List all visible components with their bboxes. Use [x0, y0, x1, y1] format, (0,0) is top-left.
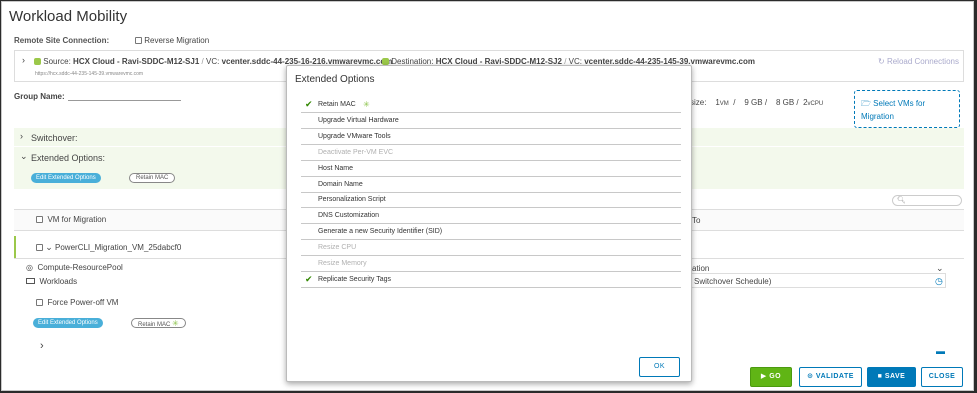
option-row: Deactivate Per-VM EVC — [301, 145, 681, 161]
size-gb-1: 9 GB — [744, 98, 763, 107]
search-icon: 🔍︎ — [897, 197, 906, 204]
select-all-checkbox[interactable] — [36, 216, 43, 223]
workloads-row: Workloads — [26, 277, 77, 286]
right-row-2: Switchover Schedule) — [694, 277, 772, 286]
modal-title: Extended Options — [295, 74, 375, 85]
vm-row-checkbox[interactable] — [36, 244, 43, 251]
source-value: HCX Cloud - Ravi-SDDC-M12-SJ1 — [73, 57, 200, 66]
row-indicator — [14, 236, 16, 258]
force-poweroff-row[interactable]: Force Power-off VM — [36, 298, 118, 307]
option-label: Resize CPU — [318, 244, 357, 252]
option-row[interactable]: Personalization Script — [301, 192, 681, 209]
chevron-down-icon[interactable]: ⌄ — [45, 242, 53, 252]
switchover-label: Switchover: — [31, 133, 78, 143]
workload-mobility-window: Workload Mobility Remote Site Connection… — [1, 1, 974, 391]
reverse-migration-label: Reverse Migration — [144, 36, 210, 45]
ok-button[interactable]: OK — [639, 357, 680, 377]
right-row-1: ation — [692, 264, 710, 273]
reload-connections-label: Reload Connections — [886, 57, 959, 66]
refresh-icon: ↻ — [878, 57, 885, 66]
option-label: Resize Memory — [318, 260, 367, 267]
reverse-migration-checkbox[interactable] — [135, 37, 142, 44]
edit-extended-options-button[interactable]: Edit Extended Options — [31, 173, 101, 183]
option-row: Resize Memory — [301, 256, 681, 272]
resource-pool-row: ◎ Compute-ResourcePool — [26, 263, 123, 272]
option-label: Generate a new Security Identifier (SID) — [318, 228, 443, 236]
force-poweroff-label: Force Power-off VM — [47, 298, 119, 307]
cloud-icon — [34, 58, 41, 65]
connection-url: https://hcx.sddc-44-235-145-39.vmwarevmc… — [35, 71, 144, 77]
reverse-migration-toggle[interactable]: Reverse Migration — [135, 36, 209, 45]
option-row[interactable]: Generate a new Security Identifier (SID) — [301, 224, 681, 241]
option-row[interactable]: ✔ Retain MAC ✳ — [301, 97, 681, 113]
force-poweroff-checkbox[interactable] — [36, 299, 43, 306]
retain-mac-badge-row: Retain MAC ✳ — [131, 318, 186, 328]
checkmark-icon: ✔ — [305, 273, 313, 284]
chevron-right-icon[interactable]: › — [20, 131, 23, 141]
size-vm-unit: VM — [719, 101, 729, 107]
resource-pool-icon: ◎ — [26, 263, 33, 272]
option-row[interactable]: Domain Name — [301, 177, 681, 193]
chevron-right-icon[interactable]: › — [40, 340, 44, 352]
option-label: Personalization Script — [318, 196, 386, 204]
option-label: Domain Name — [318, 180, 363, 188]
new-sparkle-icon: ✳ — [172, 319, 179, 328]
col-vm-label: VM for Migration — [47, 215, 107, 224]
option-label: DNS Customization — [318, 212, 380, 220]
size-vcpu-unit: vCPU — [807, 101, 824, 107]
option-label: Host Name — [318, 164, 354, 172]
close-button[interactable]: CLOSE — [921, 367, 963, 387]
resource-pool-label: Compute-ResourcePool — [37, 263, 123, 272]
remote-site-label: Remote Site Connection: — [14, 36, 110, 45]
group-name-input[interactable] — [68, 100, 181, 101]
group-name-label: Group Name: — [14, 92, 65, 101]
size-gb-2: 8 GB — [775, 98, 795, 107]
validate-button[interactable]: ⊙ VALIDATE — [799, 367, 862, 387]
select-vms-button[interactable]: 🗁 Select VMs for Migration — [854, 90, 960, 128]
validate-label: VALIDATE — [815, 373, 854, 380]
folder-icon[interactable]: ▬ — [936, 346, 945, 356]
cloud-icon — [382, 58, 389, 65]
extended-options-modal: Extended Options ✔ Retain MAC ✳ Upgrade Vir… — [286, 65, 692, 382]
option-label: Retain MAC — [318, 101, 356, 108]
source-label: Source: — [43, 57, 71, 66]
option-row[interactable]: Host Name — [301, 161, 681, 177]
option-row[interactable]: DNS Customization — [301, 208, 681, 225]
retain-mac-label: Retain MAC — [138, 322, 171, 328]
go-label: GO — [769, 373, 782, 380]
edit-extended-options-button-row[interactable]: Edit Extended Options — [33, 318, 103, 328]
reload-connections-link[interactable]: ↻ Reload Connections — [878, 57, 959, 66]
option-label: Deactivate Per-VM EVC — [318, 148, 394, 156]
checkmark-icon: ✔ — [305, 99, 313, 109]
option-row[interactable]: Upgrade VMware Tools — [301, 129, 681, 145]
retain-mac-badge: Retain MAC — [129, 173, 176, 183]
option-row[interactable]: ✔ Replicate Security Tags — [301, 272, 681, 288]
option-label: Upgrade Virtual Hardware — [318, 116, 399, 124]
folder-icon — [26, 278, 35, 284]
save-label: SAVE — [884, 373, 906, 380]
workloads-label: Workloads — [39, 277, 78, 286]
extended-options-label: Extended Options: — [31, 153, 106, 163]
search-input[interactable]: 🔍︎ — [892, 195, 962, 206]
select-vms-label: Select VMs for Migration — [861, 99, 926, 121]
vc-label: VC: — [205, 57, 220, 66]
clock-icon[interactable]: ◷ — [935, 276, 943, 287]
folder-icon: 🗁 — [861, 99, 871, 108]
col-vm-header: VM for Migration — [36, 215, 106, 224]
option-row[interactable]: Upgrade Virtual Hardware — [301, 113, 681, 129]
col-to-header: To — [692, 216, 701, 225]
new-sparkle-icon: ✳ — [363, 100, 370, 109]
table-row[interactable]: ⌄ PowerCLI_Migration_VM_25dabcf0 — [36, 242, 181, 253]
size-label: size: — [690, 98, 707, 107]
chevron-right-icon[interactable]: › — [22, 55, 25, 65]
chevron-down-icon[interactable]: ⌄ — [20, 151, 28, 162]
page-title: Workload Mobility — [9, 8, 128, 25]
option-label: Replicate Security Tags — [318, 275, 392, 283]
go-button[interactable]: ▶ GO — [750, 367, 792, 387]
group-size: size: 1VM / 9 GB / 8 GB / 2vCPU — [690, 98, 824, 107]
option-row: Resize CPU — [301, 240, 681, 257]
vm-name: PowerCLI_Migration_VM_25dabcf0 — [55, 243, 182, 252]
save-button[interactable]: ■ SAVE — [867, 367, 916, 387]
option-label: Upgrade VMware Tools — [318, 132, 391, 140]
